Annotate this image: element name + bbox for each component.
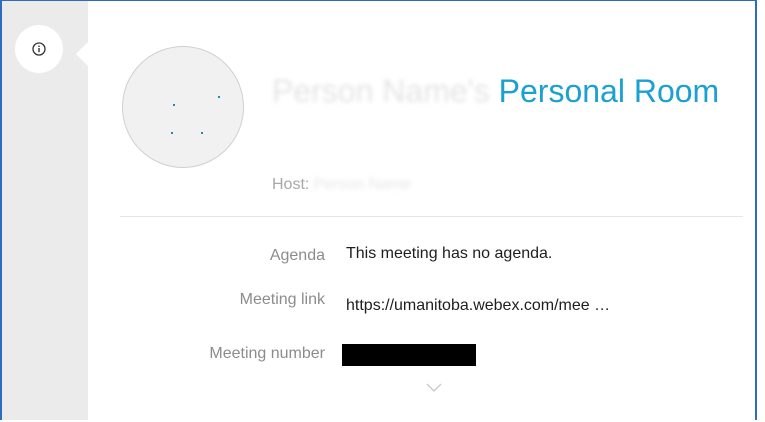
host-label: Host: [272, 176, 310, 193]
meeting-info-panel: Person Name's Personal Room Host: Person … [88, 1, 755, 420]
agenda-label: Agenda [269, 247, 325, 264]
info-icon [32, 42, 46, 56]
meeting-link-value[interactable]: https://umanitoba.webex.com/mee … [346, 297, 610, 315]
side-rail [2, 1, 89, 420]
meeting-title-text: Personal Room [498, 73, 720, 109]
meeting-title-obscured: Person Name's [272, 73, 490, 109]
host-name-obscured: Person Name [313, 176, 412, 193]
divider [120, 216, 743, 217]
chevron-down-icon[interactable] [426, 383, 442, 393]
avatar [122, 46, 244, 168]
meeting-link-label: Meeting link [239, 291, 325, 308]
agenda-value: This meeting has no agenda. [346, 245, 553, 262]
meeting-number-redacted [342, 344, 476, 366]
meeting-number-label: Meeting number [209, 345, 325, 362]
host-line: Host: Person Name [272, 176, 411, 194]
meeting-info-window: Person Name's Personal Room Host: Person … [0, 0, 757, 420]
meeting-title: Person Name's Personal Room [272, 69, 732, 113]
info-button[interactable] [15, 25, 63, 73]
